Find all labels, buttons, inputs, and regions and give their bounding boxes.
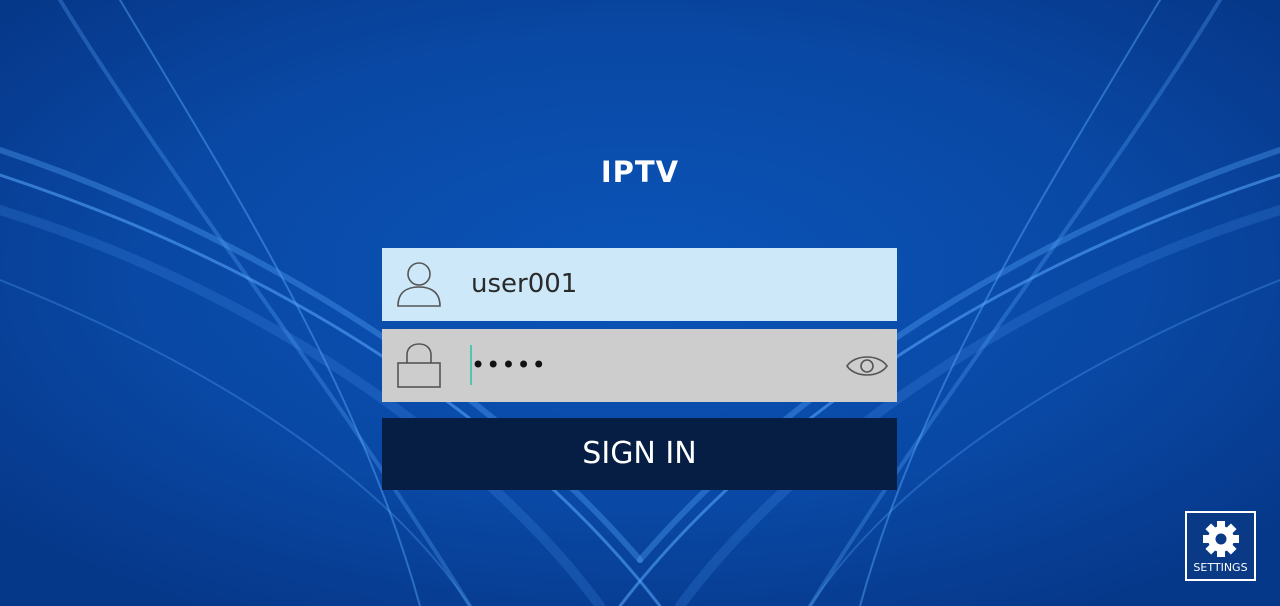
password-input[interactable]: ••••• (471, 329, 547, 402)
login-screen: IPTV user001 ••••• SIGN IN SETTINGS (0, 0, 1280, 606)
settings-button[interactable]: SETTINGS (1185, 511, 1256, 581)
sign-in-button[interactable]: SIGN IN (382, 418, 897, 490)
username-field[interactable]: user001 (382, 248, 897, 321)
eye-icon[interactable] (845, 349, 889, 383)
password-field[interactable]: ••••• (382, 329, 897, 402)
user-icon (397, 262, 441, 307)
username-input[interactable]: user001 (471, 248, 577, 321)
settings-label: SETTINGS (1193, 561, 1248, 574)
lock-icon (397, 343, 441, 388)
gear-icon (1203, 521, 1239, 557)
app-title: IPTV (600, 155, 680, 189)
